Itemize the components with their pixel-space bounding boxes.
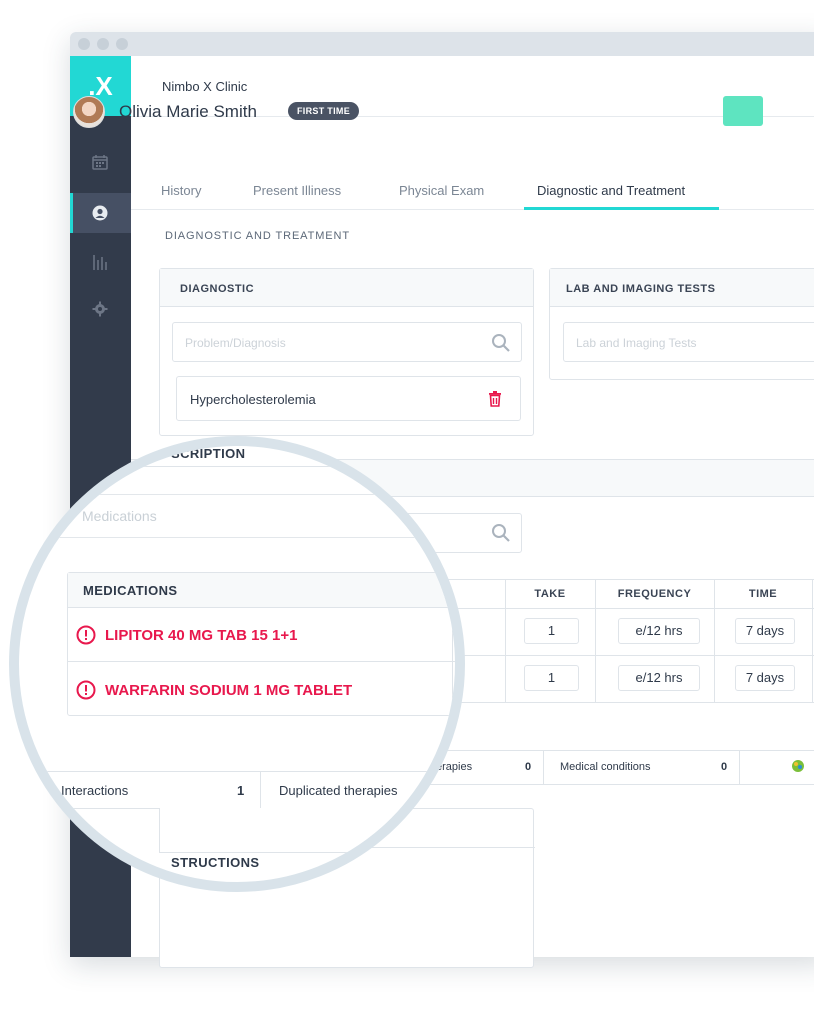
window-titlebar xyxy=(70,32,814,56)
medications-table: MEDICATIONS LIPITOR 40 MG TAB 15 1+1 WAR… xyxy=(67,572,455,717)
sidebar-item-stats[interactable] xyxy=(70,241,131,281)
calendar-icon xyxy=(92,155,108,170)
conditions-count: 0 xyxy=(721,761,728,773)
interactions-count: 1 xyxy=(237,783,245,798)
tab-present-illness[interactable]: Present Illiness xyxy=(253,183,341,198)
gear-icon xyxy=(92,301,108,317)
alert-icon[interactable] xyxy=(76,625,96,645)
take-input[interactable]: 1 xyxy=(524,618,579,644)
user-icon xyxy=(92,205,108,221)
diagnostic-title: DIAGNOSTIC xyxy=(180,283,255,295)
medication-row[interactable]: WARFARIN SODIUM 1 MG TABLET xyxy=(68,663,455,717)
lab-placeholder: Lab and Imaging Tests xyxy=(576,336,697,350)
section-title: DIAGNOSTIC AND TREATMENT xyxy=(165,230,350,242)
sidebar-item-settings[interactable] xyxy=(70,289,131,329)
tab-bar: History Present Illiness Physical Exam D… xyxy=(131,181,814,210)
diagnosis-item-label: Hypercholesterolemia xyxy=(190,392,316,407)
search-icon[interactable] xyxy=(491,333,511,353)
column-medications: MEDICATIONS xyxy=(83,583,178,598)
action-button[interactable] xyxy=(723,96,763,126)
patient-name: Olivia Marie Smith xyxy=(119,102,257,121)
window-dot-close[interactable] xyxy=(78,38,90,50)
active-tab-indicator xyxy=(524,207,719,210)
search-icon[interactable] xyxy=(491,523,511,543)
medication-name: WARFARIN SODIUM 1 MG TABLET xyxy=(105,682,353,699)
magnifier-lens: SCRIPTION Medications MEDICATIONS LIPITO… xyxy=(9,436,465,892)
sidebar-item-calendar[interactable] xyxy=(70,142,131,182)
diagnostic-panel-header: DIAGNOSTIC xyxy=(160,269,533,307)
patient-avatar xyxy=(73,96,105,128)
lab-panel-header: LAB AND IMAGING TESTS xyxy=(550,269,814,307)
column-time: TIME xyxy=(748,588,778,600)
medication-placeholder: Medications xyxy=(82,508,157,524)
window-dot-minimize[interactable] xyxy=(97,38,109,50)
stats-icon xyxy=(93,255,107,270)
conditions-label: Medical conditions xyxy=(560,761,651,773)
time-input[interactable]: 7 days xyxy=(735,665,795,691)
interactions-label: Interactions xyxy=(61,783,129,798)
sidebar-item-patients[interactable] xyxy=(70,193,131,233)
clinic-name: Nimbo X Clinic xyxy=(162,79,248,94)
instructions-title: STRUCTIONS xyxy=(171,855,260,870)
frequency-input[interactable]: e/12 hrs xyxy=(618,665,700,691)
column-take: TAKE xyxy=(534,588,566,600)
therapies-count: 0 xyxy=(525,761,532,773)
trash-icon[interactable] xyxy=(488,391,502,407)
column-frequency: FREQUENCY xyxy=(617,588,692,600)
tab-diagnostic-treatment[interactable]: Diagnostic and Treatment xyxy=(537,183,685,198)
provider-logo-icon xyxy=(792,760,804,772)
medications-header-row: MEDICATIONS xyxy=(68,573,455,608)
time-input[interactable]: 7 days xyxy=(735,618,795,644)
frequency-input[interactable]: e/12 hrs xyxy=(618,618,700,644)
lab-panel: LAB AND IMAGING TESTS Lab and Imaging Te… xyxy=(549,268,814,380)
duplicated-therapies-label: Duplicated therapies xyxy=(279,783,398,798)
medication-name: LIPITOR 40 MG TAB 15 1+1 xyxy=(105,627,298,644)
diagnosis-search-input[interactable]: Problem/Diagnosis xyxy=(172,322,522,362)
tab-history[interactable]: History xyxy=(161,183,201,198)
diagnostic-panel: DIAGNOSTIC Problem/Diagnosis Hypercholes… xyxy=(159,268,534,436)
tab-physical-exam[interactable]: Physical Exam xyxy=(399,183,484,198)
lab-title: LAB AND IMAGING TESTS xyxy=(566,283,716,295)
first-time-badge: FIRST TIME xyxy=(288,102,359,120)
medication-row[interactable]: LIPITOR 40 MG TAB 15 1+1 xyxy=(68,608,455,662)
medication-search-input[interactable]: Medications xyxy=(19,494,455,538)
diagnosis-item: Hypercholesterolemia xyxy=(176,376,521,421)
diagnosis-placeholder: Problem/Diagnosis xyxy=(185,336,286,350)
alert-icon[interactable] xyxy=(76,680,96,700)
take-input[interactable]: 1 xyxy=(524,665,579,691)
window-dot-maximize[interactable] xyxy=(116,38,128,50)
lab-search-input[interactable]: Lab and Imaging Tests xyxy=(563,322,814,362)
prescription-title: SCRIPTION xyxy=(171,446,246,461)
